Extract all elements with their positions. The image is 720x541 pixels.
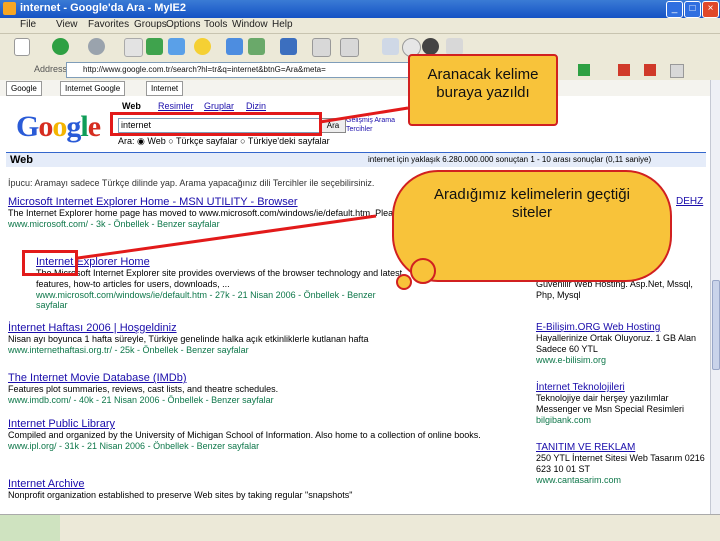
callout-tail-large xyxy=(410,258,436,284)
arrow-to-callout-results xyxy=(77,214,377,260)
status-block xyxy=(0,515,60,541)
status-bar xyxy=(0,514,720,541)
result-highlight-box xyxy=(22,250,78,276)
arrow-to-callout-search xyxy=(319,106,409,124)
callout-tail-small xyxy=(396,274,412,290)
callout-search: Aranacak kelime buraya yazıldı xyxy=(408,54,558,126)
search-highlight-box xyxy=(110,112,322,136)
